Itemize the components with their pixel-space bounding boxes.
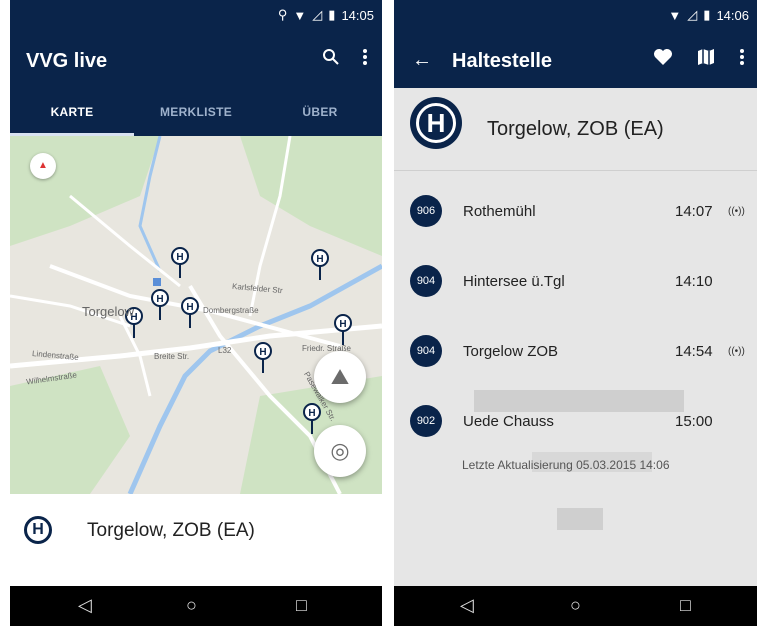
signal-icon: ◿ (312, 7, 323, 22)
tab-ueber[interactable]: ÜBER (258, 88, 382, 136)
departure-destination: Uede Chauss (463, 413, 554, 430)
location-icon: ⚲ (277, 7, 288, 22)
map-screen: ⚲ ▼ ◿ ▮ 14:05 VVG live KARTE MERKLISTE Ü… (10, 0, 382, 626)
departure-time: 15:00 (675, 413, 713, 430)
nav-bar: ◁ ○ □ (394, 586, 757, 626)
tab-merkliste[interactable]: MERKLISTE (134, 88, 258, 136)
departure-destination: Rothemühl (463, 203, 536, 220)
loading-placeholder (557, 508, 603, 530)
line-badge: 906 (410, 195, 442, 227)
home-nav-icon[interactable]: ○ (570, 595, 581, 616)
status-bar: ▼ ◿ ▮ 14:06 (394, 0, 757, 36)
line-badge: 904 (410, 265, 442, 297)
map-icon[interactable] (697, 48, 715, 72)
search-icon[interactable] (322, 48, 340, 72)
svg-text:H: H (259, 347, 266, 358)
departure-time: 14:07 (675, 203, 713, 220)
wifi-icon: ▼ (668, 7, 682, 23)
more-vert-icon[interactable] (739, 48, 745, 72)
home-nav-icon[interactable]: ○ (186, 595, 197, 616)
recents-nav-icon[interactable]: □ (680, 595, 691, 616)
departure-row[interactable]: 906 Rothemühl 14:07 ((•)) (394, 176, 757, 246)
my-location-icon[interactable]: ◎ (314, 425, 366, 477)
line-badge: 902 (410, 405, 442, 437)
svg-text:H: H (176, 252, 183, 263)
favorite-heart-icon[interactable] (653, 48, 673, 72)
departure-destination: Hintersee ü.Tgl (463, 273, 565, 290)
map-label-torgelow: Torgelow (82, 304, 135, 319)
signal-icon: ◿ (687, 7, 698, 22)
departure-row[interactable]: 904 Hintersee ü.Tgl 14:10 (394, 246, 757, 316)
battery-icon: ▮ (328, 7, 336, 22)
svg-text:H: H (339, 319, 346, 330)
back-arrow-icon[interactable]: ← (412, 49, 432, 72)
stop-detail-screen: ▼ ◿ ▮ 14:06 ← Haltestelle H Torgelow, ZO… (394, 0, 757, 626)
bus-stop-icon: H (24, 516, 52, 544)
map-layers-icon[interactable]: ⛰ (314, 351, 366, 403)
back-nav-icon[interactable]: ◁ (78, 595, 92, 616)
line-badge: 904 (410, 335, 442, 367)
realtime-icon: ((•)) (728, 206, 745, 217)
selected-stop-card[interactable]: H Torgelow, ZOB (EA) (10, 494, 382, 586)
recents-nav-icon[interactable]: □ (296, 595, 307, 616)
screen-title: Haltestelle (452, 50, 553, 72)
compass-icon[interactable]: ▲ (30, 153, 56, 179)
svg-text:H: H (156, 294, 163, 305)
battery-icon: ▮ (703, 7, 711, 22)
map-label-domberg: Dombergstraße (203, 306, 259, 315)
clock: 14:05 (341, 7, 374, 23)
departure-row[interactable]: 902 Uede Chauss 15:00 (394, 386, 757, 456)
more-vert-icon[interactable] (362, 48, 368, 72)
app-bar: ← Haltestelle (394, 36, 757, 88)
nav-bar: ◁ ○ □ (10, 586, 382, 626)
departure-row[interactable]: 904 Torgelow ZOB 14:54 ((•)) (394, 316, 757, 386)
departure-destination: Torgelow ZOB (463, 343, 559, 360)
stop-name: Torgelow, ZOB (EA) (487, 118, 664, 140)
tab-karte[interactable]: KARTE (10, 88, 134, 136)
wifi-icon: ▼ (293, 7, 307, 23)
svg-text:H: H (316, 254, 323, 265)
clock: 14:06 (716, 7, 749, 23)
selected-stop-name: Torgelow, ZOB (EA) (87, 520, 255, 541)
svg-text:H: H (308, 408, 315, 419)
back-nav-icon[interactable]: ◁ (460, 595, 474, 616)
departure-time: 14:10 (675, 273, 713, 290)
departure-time: 14:54 (675, 343, 713, 360)
last-update-text: Letzte Aktualisierung 05.03.2015 14:06 (462, 458, 670, 472)
map-label-breite: Breite Str. (154, 352, 190, 361)
bus-stop-icon: H (410, 97, 462, 149)
app-bar: VVG live (10, 36, 382, 88)
tab-bar: KARTE MERKLISTE ÜBER (10, 88, 382, 136)
svg-text:H: H (186, 302, 193, 313)
realtime-icon: ((•)) (728, 346, 745, 357)
map-label-l32: L32 (218, 346, 232, 355)
app-title: VVG live (26, 50, 108, 72)
status-bar: ⚲ ▼ ◿ ▮ 14:05 (10, 0, 382, 36)
